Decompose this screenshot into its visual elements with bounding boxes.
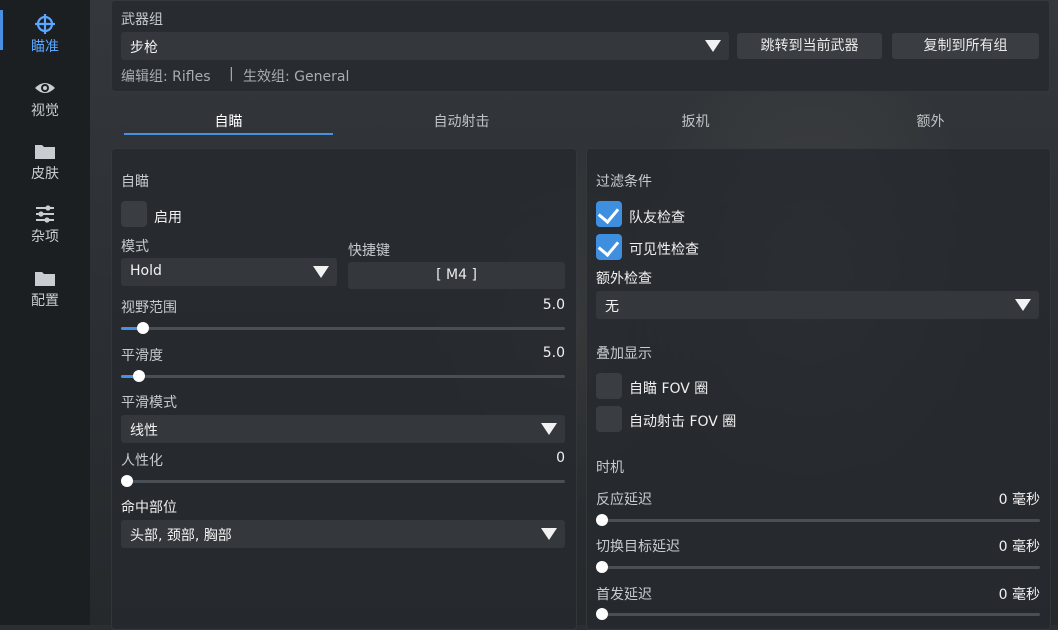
- aim-fov-circle-label: 自瞄 FOV 圈: [629, 381, 709, 397]
- checkmark-icon: [597, 234, 620, 258]
- chevron-down-icon: [541, 423, 557, 435]
- extra-check-label: 额外检查: [596, 271, 652, 287]
- team-check-checkbox[interactable]: [596, 201, 622, 227]
- filter-section-title: 过滤条件: [596, 174, 652, 190]
- hitbox-select[interactable]: 头部, 颈部, 胸部: [121, 520, 565, 548]
- crosshair-icon: [35, 14, 55, 34]
- switch-target-delay-slider-thumb[interactable]: [596, 561, 608, 573]
- autofire-fov-circle-checkbox[interactable]: [596, 406, 622, 432]
- chevron-down-icon: [1015, 299, 1031, 311]
- weapon-group-selected: 步枪: [130, 40, 158, 56]
- edit-group-label: 编辑组: Rifles: [121, 69, 211, 85]
- sidebar-item-label: 配置: [31, 293, 59, 309]
- extra-check-selected: 无: [605, 299, 619, 315]
- first-shot-delay-label: 首发延迟: [596, 587, 652, 603]
- humanize-value: 0: [556, 450, 565, 466]
- switch-target-delay-label: 切换目标延迟: [596, 539, 680, 555]
- weapon-group-select[interactable]: 步枪: [121, 32, 729, 60]
- team-check-label: 队友检查: [629, 210, 685, 226]
- switch-target-delay-value: 0 毫秒: [998, 539, 1040, 555]
- sidebar-item-label: 皮肤: [31, 166, 59, 182]
- folder-icon: [35, 272, 55, 286]
- sidebar-item-visuals[interactable]: 视觉: [0, 68, 90, 124]
- smooth-label: 平滑度: [121, 348, 163, 364]
- chevron-down-icon: [541, 528, 557, 540]
- humanize-slider[interactable]: [121, 475, 565, 487]
- sidebar-item-aim[interactable]: 瞄准: [0, 4, 90, 60]
- tab-extra[interactable]: 额外: [826, 108, 1035, 136]
- mode-selected: Hold: [130, 263, 162, 279]
- tab-aimbot[interactable]: 自瞄: [124, 108, 333, 136]
- first-shot-delay-slider-thumb[interactable]: [596, 608, 608, 620]
- group-separator: |: [229, 66, 234, 82]
- mode-select[interactable]: Hold: [121, 258, 337, 286]
- active-tab-indicator: [124, 133, 333, 135]
- humanize-label: 人性化: [121, 453, 163, 469]
- folder-icon: [35, 145, 55, 159]
- autofire-fov-circle-label: 自动射击 FOV 圈: [629, 414, 737, 430]
- smooth-mode-selected: 线性: [130, 423, 158, 439]
- sliders-icon: [36, 205, 54, 223]
- smooth-mode-label: 平滑模式: [121, 395, 177, 411]
- sidebar-item-config[interactable]: 配置: [0, 258, 90, 314]
- fov-value: 5.0: [542, 297, 565, 313]
- sidebar-item-skins[interactable]: 皮肤: [0, 131, 90, 187]
- fov-label: 视野范围: [121, 300, 177, 316]
- timing-section-title: 时机: [596, 460, 624, 476]
- copy-to-all-groups-button[interactable]: 复制到所有组: [892, 33, 1039, 59]
- tab-autofire[interactable]: 自动射击: [357, 108, 566, 136]
- extra-check-select[interactable]: 无: [596, 291, 1039, 319]
- hitbox-selected: 头部, 颈部, 胸部: [130, 528, 232, 544]
- reaction-delay-value: 0 毫秒: [998, 492, 1040, 508]
- visible-check-label: 可见性检查: [629, 242, 699, 258]
- smooth-value: 5.0: [542, 345, 565, 361]
- first-shot-delay-slider[interactable]: [596, 608, 1040, 620]
- aim-fov-circle-checkbox[interactable]: [596, 373, 622, 399]
- reaction-delay-slider-thumb[interactable]: [596, 514, 608, 526]
- sidebar-item-label: 视觉: [31, 103, 59, 119]
- fov-slider[interactable]: [121, 322, 565, 334]
- smooth-mode-select[interactable]: 线性: [121, 415, 565, 443]
- enable-checkbox[interactable]: [121, 201, 147, 227]
- checkmark-icon: [597, 201, 620, 225]
- reaction-delay-label: 反应延迟: [596, 492, 652, 508]
- sidebar: 瞄准 视觉 皮肤 杂项 配置: [0, 0, 90, 625]
- smooth-slider-thumb[interactable]: [132, 370, 145, 382]
- first-shot-delay-value: 0 毫秒: [998, 587, 1040, 603]
- humanize-slider-thumb[interactable]: [121, 475, 133, 487]
- hitbox-label: 命中部位: [121, 500, 177, 516]
- chevron-down-icon: [313, 266, 329, 278]
- visible-check-checkbox[interactable]: [596, 234, 622, 260]
- mode-label: 模式: [121, 239, 149, 255]
- sidebar-item-misc[interactable]: 杂项: [0, 194, 90, 250]
- reaction-delay-slider[interactable]: [596, 514, 1040, 526]
- chevron-down-icon: [705, 40, 721, 52]
- eye-icon: [35, 83, 55, 93]
- hotkey-label: 快捷键: [348, 243, 390, 259]
- sidebar-item-label: 杂项: [31, 229, 59, 245]
- switch-target-delay-slider[interactable]: [596, 561, 1040, 573]
- jump-to-current-weapon-button[interactable]: 跳转到当前武器: [737, 33, 882, 59]
- weapon-group-title: 武器组: [121, 12, 163, 28]
- sidebar-item-label: 瞄准: [31, 39, 59, 55]
- overlay-section-title: 叠加显示: [596, 346, 652, 362]
- tab-trigger[interactable]: 扳机: [591, 108, 800, 136]
- smooth-slider[interactable]: [121, 370, 565, 382]
- hotkey-button[interactable]: [ M4 ]: [348, 262, 565, 289]
- enable-label: 启用: [154, 210, 182, 226]
- aimbot-section-title: 自瞄: [121, 174, 149, 190]
- active-group-label: 生效组: General: [243, 69, 350, 85]
